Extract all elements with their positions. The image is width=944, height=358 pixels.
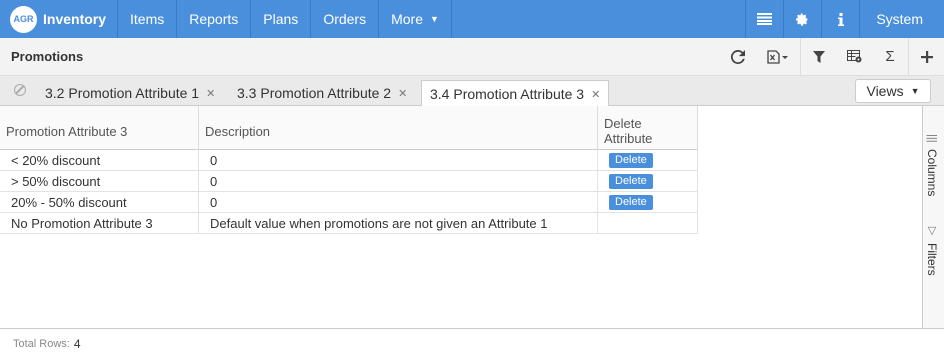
table-row[interactable]: No Promotion Attribute 3 Default value w…: [0, 213, 698, 234]
header-delete-line2: Attribute: [604, 131, 653, 146]
add-icon[interactable]: [908, 37, 944, 76]
header-promotion-attribute-3[interactable]: Promotion Attribute 3: [0, 106, 199, 150]
brand-logo: AGR: [10, 5, 37, 33]
top-nav: AGR Inventory Items Reports Plans Orders…: [0, 0, 944, 38]
filter-icon[interactable]: [800, 37, 836, 76]
filter-icon: ▽: [925, 224, 938, 237]
cell-attribute: 20% - 50% discount: [0, 192, 199, 213]
header-delete-attribute[interactable]: Delete Attribute: [598, 106, 698, 150]
cell-action: Delete: [598, 150, 698, 171]
total-rows-label: Total Rows:: [13, 337, 70, 350]
table-settings-icon[interactable]: [836, 38, 872, 76]
cell-attribute: > 50% discount: [0, 171, 199, 192]
title-bar: Promotions Σ: [0, 37, 944, 76]
sum-icon[interactable]: Σ: [872, 38, 908, 76]
nav-more-dropdown[interactable]: More ▼: [379, 0, 452, 38]
total-rows-count: 4: [73, 336, 81, 351]
brand-name: Inventory: [43, 11, 107, 27]
gear-icon[interactable]: [783, 0, 821, 38]
filters-label: Filters: [925, 243, 939, 276]
close-icon[interactable]: ✕: [206, 87, 215, 100]
data-grid: Promotion Attribute 3 Description Delete…: [0, 106, 922, 328]
tab-bar: 3.2 Promotion Attribute 1 ✕ 3.3 Promotio…: [0, 76, 944, 107]
delete-button[interactable]: Delete: [609, 195, 653, 210]
nav-system[interactable]: System: [859, 0, 944, 38]
side-panel: ||| Columns ▽ Filters: [922, 106, 944, 328]
cell-description: Default value when promotions are not gi…: [199, 213, 598, 234]
filters-panel-toggle[interactable]: ▽ Filters: [925, 224, 939, 276]
table-row[interactable]: > 50% discount 0 Delete: [0, 171, 698, 192]
columns-label: Columns: [925, 148, 939, 196]
columns-icon: |||: [926, 134, 938, 143]
grid-header: Promotion Attribute 3 Description Delete…: [0, 106, 698, 150]
brand[interactable]: AGR Inventory: [0, 0, 119, 38]
excel-export-icon[interactable]: [756, 38, 800, 76]
cell-action: Delete: [598, 171, 698, 192]
list-icon[interactable]: [745, 0, 783, 38]
columns-panel-toggle[interactable]: ||| Columns: [925, 134, 939, 196]
cell-attribute: < 20% discount: [0, 150, 199, 171]
delete-button[interactable]: Delete: [609, 153, 653, 168]
header-description[interactable]: Description: [199, 106, 598, 150]
tab-label: 3.3 Promotion Attribute 2: [237, 85, 392, 101]
header-delete-line1: Delete: [604, 116, 642, 131]
tab-promotion-attribute-1[interactable]: 3.2 Promotion Attribute 1 ✕: [37, 80, 223, 106]
views-dropdown[interactable]: Views ▼: [855, 79, 931, 103]
info-icon[interactable]: [821, 0, 859, 38]
delete-button[interactable]: Delete: [609, 174, 653, 189]
tab-label: 3.2 Promotion Attribute 1: [45, 85, 200, 101]
nav-orders[interactable]: Orders: [311, 0, 380, 38]
disabled-circle-icon: [14, 84, 26, 96]
close-icon[interactable]: ✕: [398, 87, 407, 100]
cell-description: 0: [199, 192, 598, 213]
nav-plans[interactable]: Plans: [251, 0, 312, 38]
tab-promotion-attribute-2[interactable]: 3.3 Promotion Attribute 2 ✕: [229, 80, 415, 106]
nav-reports[interactable]: Reports: [177, 0, 252, 38]
page-title: Promotions: [11, 49, 84, 64]
cell-action: Delete: [598, 192, 698, 213]
cell-action: [598, 213, 698, 234]
tab-promotion-attribute-3[interactable]: 3.4 Promotion Attribute 3 ✕: [421, 80, 610, 107]
status-footer: Total Rows: 4: [0, 328, 944, 358]
caret-down-icon: ▼: [910, 86, 920, 96]
refresh-icon[interactable]: [720, 38, 756, 76]
nav-more-label: More: [391, 11, 424, 27]
nav-items[interactable]: Items: [118, 0, 178, 38]
table-row[interactable]: < 20% discount 0 Delete: [0, 150, 698, 171]
caret-down-icon: ▼: [430, 14, 439, 24]
tab-label: 3.4 Promotion Attribute 3: [430, 86, 585, 102]
cell-attribute: No Promotion Attribute 3: [0, 213, 199, 234]
cell-description: 0: [199, 150, 598, 171]
cell-description: 0: [199, 171, 598, 192]
close-icon[interactable]: ✕: [591, 88, 600, 101]
views-label: Views: [866, 83, 904, 99]
table-row[interactable]: 20% - 50% discount 0 Delete: [0, 192, 698, 213]
